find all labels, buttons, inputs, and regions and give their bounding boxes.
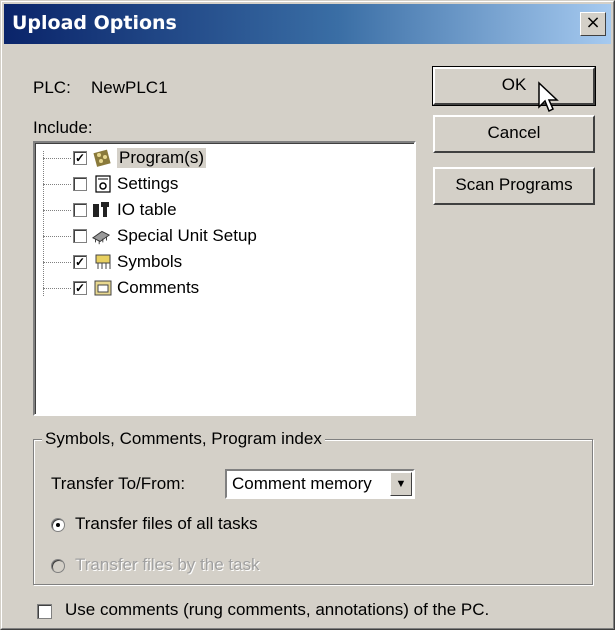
- scan-programs-button[interactable]: Scan Programs: [433, 167, 595, 205]
- tree-item-programs[interactable]: ✓ Program(s): [35, 145, 395, 171]
- close-button[interactable]: ×: [580, 12, 606, 36]
- tree-connector: [43, 288, 71, 289]
- include-tree[interactable]: ✓ Program(s) Settings IO table Special U…: [33, 141, 416, 416]
- close-icon: ×: [585, 12, 601, 33]
- radio-all-tasks[interactable]: [51, 518, 65, 532]
- include-label: Include:: [33, 118, 93, 137]
- tree-item-special-unit-setup[interactable]: Special Unit Setup: [35, 223, 395, 249]
- io-table-icon: [93, 202, 109, 217]
- special-unit-setup-checkbox[interactable]: [73, 229, 87, 243]
- special-unit-setup-label: Special Unit Setup: [117, 226, 257, 245]
- comments-checkbox[interactable]: ✓: [73, 281, 87, 295]
- plc-name: NewPLC1: [91, 78, 168, 97]
- tree-item-symbols[interactable]: ✓ Symbols: [35, 249, 395, 275]
- cancel-button-label: Cancel: [487, 123, 541, 142]
- scan-programs-button-label: Scan Programs: [455, 175, 573, 194]
- ok-button[interactable]: OK: [432, 66, 596, 106]
- symbols-checkbox[interactable]: ✓: [73, 255, 87, 269]
- io-table-label: IO table: [117, 200, 177, 219]
- tree-item-io-table[interactable]: IO table: [35, 197, 395, 223]
- comments-label: Comments: [117, 278, 200, 297]
- tree-connector: [43, 158, 71, 159]
- radio-by-task[interactable]: [51, 559, 65, 573]
- group-title: Symbols, Comments, Program index: [42, 429, 325, 449]
- dialog-title: Upload Options: [12, 12, 177, 34]
- programs-label: Program(s): [117, 148, 207, 168]
- settings-checkbox[interactable]: [73, 177, 87, 191]
- tree-connector: [43, 184, 71, 185]
- symbols-label: Symbols: [117, 252, 183, 271]
- transfer-select-value: Comment memory: [232, 474, 372, 493]
- tree-connector: [43, 262, 71, 263]
- use-comments-label: Use comments (rung comments, annotations…: [65, 600, 490, 619]
- tree-connector: [43, 236, 71, 237]
- ok-button-label: OK: [501, 75, 527, 94]
- tree-item-comments[interactable]: ✓ Comments: [35, 275, 395, 301]
- title-bar[interactable]: Upload Options ×: [4, 4, 611, 44]
- comments-icon: [94, 280, 112, 296]
- transfer-label: Transfer To/From:: [51, 474, 186, 493]
- symbols-icon: [95, 254, 111, 269]
- upload-options-dialog: Upload Options × PLC: NewPLC1 Include: O…: [0, 0, 615, 630]
- radio-by-task-label: Transfer files by the task: [75, 555, 260, 574]
- programs-checkbox[interactable]: ✓: [73, 151, 87, 165]
- tree-item-settings[interactable]: Settings: [35, 171, 395, 197]
- transfer-select[interactable]: Comment memory ▼: [225, 469, 415, 499]
- special-unit-icon: [91, 230, 111, 245]
- mouse-cursor-icon: [538, 81, 559, 113]
- radio-all-tasks-label: Transfer files of all tasks: [75, 514, 258, 533]
- tree-connector: [43, 210, 71, 211]
- io-table-checkbox[interactable]: [73, 203, 87, 217]
- program-icon: [93, 149, 111, 167]
- cancel-button[interactable]: Cancel: [433, 115, 595, 153]
- use-comments-checkbox[interactable]: [37, 604, 52, 619]
- chevron-down-icon[interactable]: ▼: [390, 472, 412, 496]
- settings-icon: [95, 175, 111, 193]
- settings-label: Settings: [117, 174, 179, 193]
- plc-label: PLC:: [33, 78, 71, 97]
